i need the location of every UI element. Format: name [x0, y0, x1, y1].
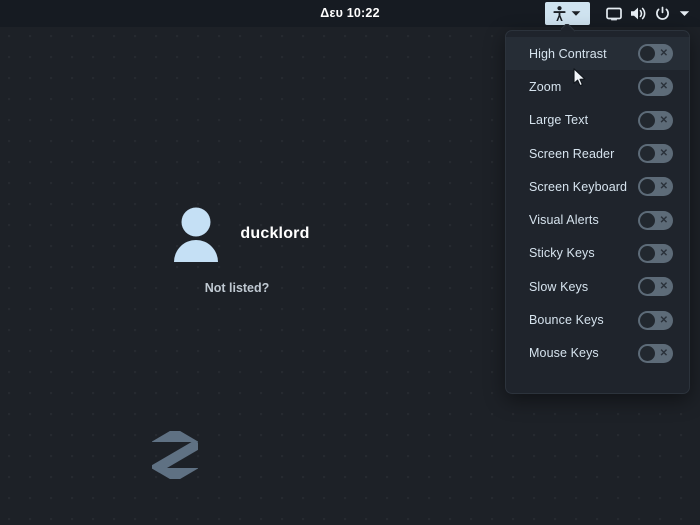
- toggle-off-mark: ✕: [659, 347, 668, 359]
- toggle-off-mark: ✕: [659, 81, 668, 93]
- menu-item-label: Mouse Keys: [529, 346, 599, 361]
- menu-item-label: Visual Alerts: [529, 213, 599, 228]
- distro-logo-container: [0, 428, 700, 487]
- menu-item-label: Bounce Keys: [529, 313, 604, 328]
- menu-item-slow-keys[interactable]: Slow Keys ✕: [506, 270, 689, 303]
- toggle-off-mark: ✕: [659, 281, 668, 293]
- toggle-off-mark: ✕: [659, 314, 668, 326]
- toggle-knob: [640, 279, 655, 295]
- menu-item-screen-reader[interactable]: Screen Reader ✕: [506, 137, 689, 170]
- display-icon[interactable]: [602, 0, 626, 27]
- menu-item-label: Screen Keyboard: [529, 179, 628, 194]
- menu-item-zoom[interactable]: Zoom ✕: [506, 70, 689, 103]
- toggle-knob: [640, 212, 655, 228]
- menu-item-label: Slow Keys: [529, 279, 589, 294]
- system-tray: [545, 0, 694, 27]
- accessibility-person-icon: [553, 5, 566, 22]
- login-user-area: ducklord Not listed?: [0, 205, 480, 295]
- toggle-off-mark: ✕: [659, 181, 668, 193]
- menu-item-visual-alerts[interactable]: Visual Alerts ✕: [506, 203, 689, 236]
- toggle-visual-alerts[interactable]: ✕: [638, 210, 673, 230]
- volume-icon[interactable]: [626, 0, 650, 27]
- toggle-knob: [640, 79, 655, 95]
- toggle-screen-keyboard[interactable]: ✕: [638, 177, 673, 197]
- toggle-bounce-keys[interactable]: ✕: [638, 310, 673, 330]
- toggle-knob: [640, 179, 655, 195]
- toggle-knob: [640, 112, 655, 128]
- menu-item-bounce-keys[interactable]: Bounce Keys ✕: [506, 303, 689, 336]
- toggle-sticky-keys[interactable]: ✕: [638, 243, 673, 263]
- toggle-zoom[interactable]: ✕: [638, 77, 673, 97]
- toggle-off-mark: ✕: [659, 48, 668, 60]
- toggle-off-mark: ✕: [659, 148, 668, 160]
- toggle-off-mark: ✕: [659, 114, 668, 126]
- power-icon[interactable]: [650, 0, 674, 27]
- system-menu-chevron-down-icon[interactable]: [674, 0, 694, 27]
- toggle-off-mark: ✕: [659, 214, 668, 226]
- menu-caret: [561, 24, 575, 32]
- accessibility-menu-button[interactable]: [545, 2, 590, 25]
- zorin-os-logo: [151, 428, 199, 487]
- menu-item-label: High Contrast: [529, 46, 607, 61]
- menu-item-label: Sticky Keys: [529, 246, 595, 261]
- menu-item-screen-keyboard[interactable]: Screen Keyboard ✕: [506, 170, 689, 203]
- toggle-high-contrast[interactable]: ✕: [638, 44, 673, 64]
- toggle-mouse-keys[interactable]: ✕: [638, 343, 673, 363]
- toggle-slow-keys[interactable]: ✕: [638, 277, 673, 297]
- menu-item-label: Zoom: [529, 79, 562, 94]
- menu-item-mouse-keys[interactable]: Mouse Keys ✕: [506, 337, 689, 370]
- toggle-off-mark: ✕: [659, 247, 668, 259]
- toggle-knob: [640, 245, 655, 261]
- menu-item-label: Screen Reader: [529, 146, 615, 161]
- toggle-knob: [640, 345, 655, 361]
- menu-item-sticky-keys[interactable]: Sticky Keys ✕: [506, 237, 689, 270]
- toggle-large-text[interactable]: ✕: [638, 110, 673, 130]
- toggle-screen-reader[interactable]: ✕: [638, 144, 673, 164]
- menu-item-large-text[interactable]: Large Text ✕: [506, 104, 689, 137]
- user-entry[interactable]: ducklord: [170, 205, 309, 263]
- toggle-knob: [640, 312, 655, 328]
- username-label: ducklord: [240, 225, 310, 242]
- chevron-down-icon: [571, 10, 581, 17]
- toggle-knob: [640, 146, 655, 162]
- accessibility-menu-popup: High Contrast ✕ Zoom ✕ Large Text ✕ Scre…: [505, 30, 690, 394]
- user-avatar-icon: [170, 205, 222, 263]
- top-bar: Δευ 10:22: [0, 0, 700, 27]
- toggle-knob: [640, 46, 655, 62]
- menu-item-high-contrast[interactable]: High Contrast ✕: [506, 37, 689, 71]
- not-listed-link[interactable]: Not listed?: [205, 281, 270, 295]
- menu-item-label: Large Text: [529, 113, 589, 128]
